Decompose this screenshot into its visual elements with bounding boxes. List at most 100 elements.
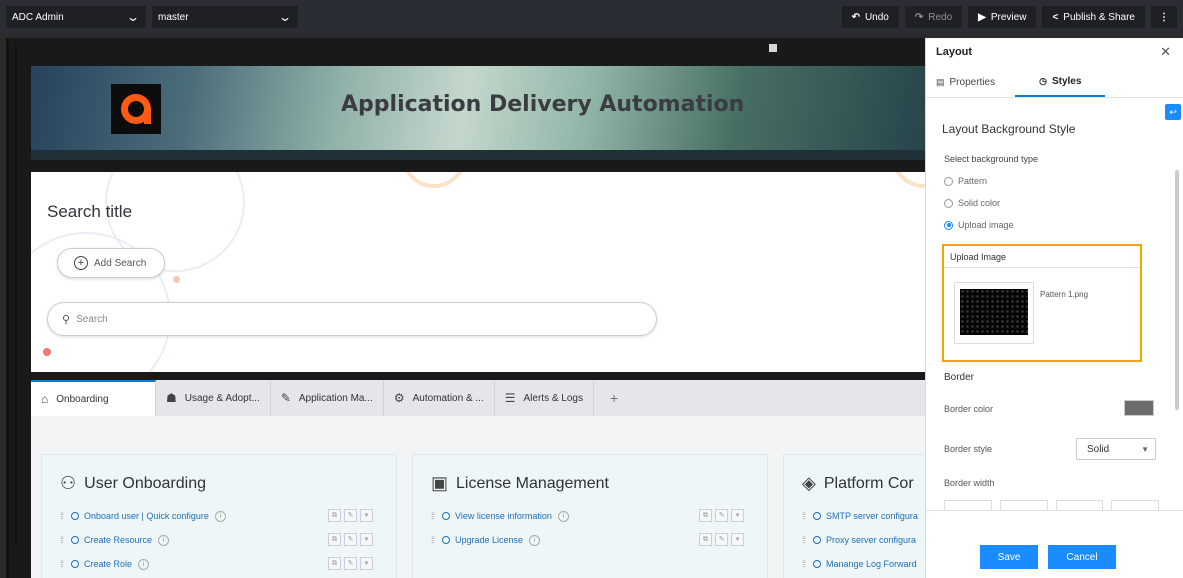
redo-button[interactable]: ↷ Redo bbox=[904, 6, 963, 28]
delete-icon[interactable]: ▾ bbox=[360, 557, 373, 570]
tab-properties[interactable]: ▤ Properties bbox=[926, 68, 1005, 97]
play-icon: ▶ bbox=[978, 11, 986, 23]
drag-handle-icon[interactable]: ⁞⁞ bbox=[60, 535, 64, 545]
collapse-panel-icon[interactable]: ↩ bbox=[1165, 104, 1181, 120]
edit-icon[interactable]: ✎ bbox=[344, 557, 357, 570]
copy-icon[interactable]: ⧉ bbox=[699, 509, 712, 522]
card-link-row[interactable]: ⁞⁞ View license information i bbox=[431, 509, 569, 523]
copy-icon[interactable]: ⧉ bbox=[328, 557, 341, 570]
link-text[interactable]: Onboard user | Quick configure bbox=[84, 511, 209, 521]
drag-handle-icon[interactable]: ⁞⁞ bbox=[60, 511, 64, 521]
add-tab-button[interactable]: + bbox=[594, 380, 634, 416]
tab-automation[interactable]: ⚙ Automation & ... bbox=[384, 380, 495, 416]
drag-handle-icon[interactable]: ⁞⁞ bbox=[802, 559, 806, 569]
card-link-row[interactable]: ⁞⁞ Create Role i bbox=[60, 557, 150, 571]
tab-usage-adoption[interactable]: ☗ Usage & Adopt... bbox=[156, 380, 271, 416]
close-icon[interactable]: ✕ bbox=[1160, 44, 1171, 60]
edit-icon[interactable]: ✎ bbox=[715, 509, 728, 522]
search-input[interactable]: ⚲ Search bbox=[47, 302, 657, 336]
info-icon[interactable]: i bbox=[529, 534, 541, 546]
layers-icon: ◈ bbox=[802, 473, 816, 493]
radio-circle-icon bbox=[944, 176, 953, 186]
edit-icon[interactable]: ✎ bbox=[344, 509, 357, 522]
row-actions: ⧉ ✎ ▾ bbox=[328, 533, 373, 546]
add-search-button[interactable]: + Add Search bbox=[57, 248, 165, 278]
publish-share-button[interactable]: < Publish & Share bbox=[1042, 6, 1145, 28]
tabs-widget: ⌂ Onboarding ☗ Usage & Adopt... ✎ Applic… bbox=[31, 380, 926, 578]
row-actions: ⧉ ✎ ▾ bbox=[328, 509, 373, 522]
edit-icon[interactable]: ✎ bbox=[715, 533, 728, 546]
edit-icon[interactable]: ✎ bbox=[344, 533, 357, 546]
delete-icon[interactable]: ▾ bbox=[731, 533, 744, 546]
drag-handle-icon[interactable]: ⁞⁞ bbox=[431, 535, 435, 545]
logo-a-icon bbox=[121, 94, 151, 124]
radio-upload-image[interactable]: Upload image bbox=[944, 220, 1014, 230]
tab-bar: ⌂ Onboarding ☗ Usage & Adopt... ✎ Applic… bbox=[31, 380, 926, 416]
info-icon[interactable]: i bbox=[214, 510, 226, 522]
circle-icon bbox=[813, 512, 822, 520]
radio-circle-icon bbox=[944, 198, 953, 208]
chevron-down-icon: ⌄ bbox=[277, 10, 293, 24]
link-text[interactable]: Upgrade License bbox=[455, 535, 523, 545]
card-link-row[interactable]: ⁞⁞ Proxy server configura bbox=[802, 533, 916, 547]
app-select[interactable]: ADC Admin ⌄ bbox=[6, 6, 146, 28]
circle-icon bbox=[813, 560, 822, 568]
info-icon[interactable]: i bbox=[557, 510, 569, 522]
caret-down-icon: ▼ bbox=[1141, 444, 1149, 454]
radio-pattern[interactable]: Pattern bbox=[944, 176, 987, 186]
drag-handle-icon[interactable]: ⁞⁞ bbox=[802, 511, 806, 521]
image-thumbnail[interactable] bbox=[954, 282, 1034, 344]
card-link-row[interactable]: ⁞⁞ Manange Log Forward bbox=[802, 557, 917, 571]
drag-handle-icon[interactable]: ⁞⁞ bbox=[60, 559, 64, 569]
card-title-text: License Management bbox=[456, 474, 609, 492]
preview-button[interactable]: ▶ Preview bbox=[968, 6, 1037, 28]
drag-handle-icon[interactable]: ⁞⁞ bbox=[431, 511, 435, 521]
radio-label: Solid color bbox=[958, 198, 1001, 208]
decor-dot bbox=[43, 348, 51, 356]
drag-handle-icon[interactable]: ⁞⁞ bbox=[802, 535, 806, 545]
publish-label: Publish & Share bbox=[1063, 11, 1135, 23]
link-text[interactable]: Manange Log Forward bbox=[826, 559, 917, 569]
info-icon[interactable]: i bbox=[138, 558, 150, 570]
branch-select[interactable]: master ⌄ bbox=[152, 6, 298, 28]
tab-alerts-logs[interactable]: ☰ Alerts & Logs bbox=[495, 380, 594, 416]
delete-icon[interactable]: ▾ bbox=[731, 509, 744, 522]
tab-styles[interactable]: ◷ Styles bbox=[1015, 68, 1106, 97]
tab-label: Onboarding bbox=[56, 393, 109, 405]
people-chart-icon: ☗ bbox=[166, 391, 177, 405]
edit-doc-icon: ✎ bbox=[280, 391, 291, 405]
panel-title: Layout bbox=[936, 46, 973, 58]
layout-canvas[interactable]: Application Delivery Automation Search t… bbox=[6, 38, 926, 578]
tab-application-management[interactable]: ✎ Application Ma... bbox=[271, 380, 384, 416]
tab-onboarding[interactable]: ⌂ Onboarding bbox=[31, 380, 156, 416]
cancel-button[interactable]: Cancel bbox=[1048, 545, 1116, 569]
copy-icon[interactable]: ⧉ bbox=[328, 533, 341, 546]
link-text[interactable]: Create Role bbox=[84, 559, 132, 569]
link-text[interactable]: View license information bbox=[455, 511, 552, 521]
link-text[interactable]: Create Resource bbox=[84, 535, 152, 545]
link-text[interactable]: SMTP server configura bbox=[826, 511, 918, 521]
delete-icon[interactable]: ▾ bbox=[360, 509, 373, 522]
link-text[interactable]: Proxy server configura bbox=[826, 535, 916, 545]
decor-ring bbox=[401, 172, 467, 188]
plus-icon: + bbox=[610, 390, 619, 406]
border-width-label: Border width bbox=[944, 478, 995, 488]
border-style-select[interactable]: Solid ▼ bbox=[1076, 438, 1156, 460]
delete-icon[interactable]: ▾ bbox=[360, 533, 373, 546]
border-section-label: Border bbox=[944, 372, 975, 383]
info-icon[interactable]: i bbox=[158, 534, 170, 546]
card-link-row[interactable]: ⁞⁞ Upgrade License i bbox=[431, 533, 541, 547]
copy-icon[interactable]: ⧉ bbox=[328, 509, 341, 522]
card-link-row[interactable]: ⁞⁞ SMTP server configura bbox=[802, 509, 918, 523]
copy-icon[interactable]: ⧉ bbox=[699, 533, 712, 546]
undo-button[interactable]: ↶ Undo bbox=[841, 6, 899, 28]
border-color-swatch[interactable] bbox=[1124, 400, 1154, 416]
more-menu-button[interactable]: ⋮ bbox=[1151, 6, 1177, 28]
row-actions: ⧉ ✎ ▾ bbox=[699, 533, 744, 546]
card-link-row[interactable]: ⁞⁞ Create Resource i bbox=[60, 533, 170, 547]
radio-solid-color[interactable]: Solid color bbox=[944, 198, 1000, 208]
tab-label: Properties bbox=[949, 77, 996, 88]
save-button[interactable]: Save bbox=[980, 545, 1038, 569]
panel-scrollbar[interactable] bbox=[1175, 170, 1179, 410]
card-link-row[interactable]: ⁞⁞ Onboard user | Quick configure i bbox=[60, 509, 226, 523]
